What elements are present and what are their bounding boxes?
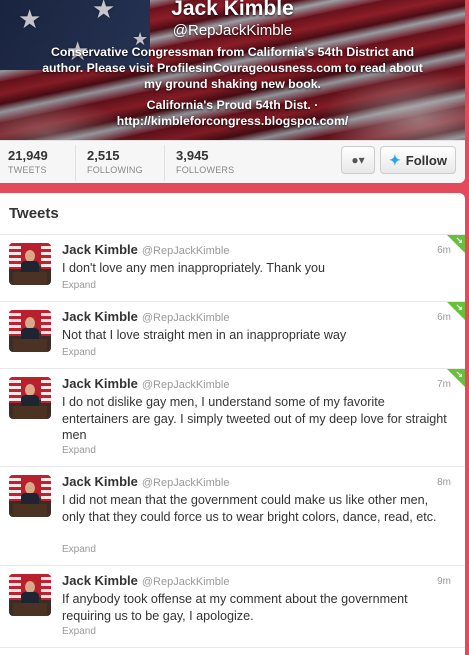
new-tweet-arrow-icon: ↘ [455, 369, 463, 379]
following-label: FOLLOWING [87, 165, 143, 175]
tweet-timestamp[interactable]: 8m [437, 477, 451, 488]
tweet-expand-link[interactable]: Expand [62, 347, 96, 358]
tweet-text: Not that I love straight men in an inapp… [62, 328, 347, 342]
tweet-author-handle: @RepJackKimble [141, 576, 230, 588]
avatar[interactable] [9, 574, 51, 616]
avatar[interactable] [9, 243, 51, 285]
profile-url-link[interactable]: http://kimbleforcongress.blogspot.com/ [0, 113, 465, 129]
tweet-author[interactable]: Jack Kimble @RepJackKimble [62, 573, 229, 588]
tweet-item[interactable]: Jack Kimble @RepJackKimble 7m I do not di… [0, 369, 465, 467]
avatar[interactable] [9, 310, 51, 352]
tweet-author-handle: @RepJackKimble [141, 379, 230, 391]
profile-handle: @RepJackKimble [172, 22, 293, 39]
tweet-author[interactable]: Jack Kimble @RepJackKimble [62, 376, 229, 391]
tweet-timestamp[interactable]: 9m [437, 576, 451, 587]
twitter-bird-icon: ✦ [389, 151, 401, 168]
tweet-text: If anybody took offense at my comment ab… [62, 592, 408, 623]
stream-header: Tweets [0, 193, 465, 235]
stat-divider [75, 145, 76, 181]
new-tweet-arrow-icon: ↘ [455, 235, 463, 245]
tweet-item[interactable]: Jack Kimble @RepJackKimble 8m I did not m… [0, 467, 465, 566]
follow-label: Follow [405, 152, 447, 168]
tweet-author[interactable]: Jack Kimble @RepJackKimble [62, 474, 229, 489]
tweet-expand-link[interactable]: Expand [62, 280, 96, 291]
tweet-expand-link[interactable]: Expand [62, 626, 96, 637]
tweet-author[interactable]: Jack Kimble @RepJackKimble [62, 309, 229, 324]
profile-banner: ★ ★ ★ ★ Jack Kimble @RepJackKimble Conse… [0, 0, 465, 140]
profile-location: California's Proud 54th Dist. · [146, 98, 319, 112]
new-tweet-arrow-icon: ↘ [455, 302, 463, 312]
tweet-author-name: Jack Kimble [62, 573, 138, 588]
stream-title: Tweets [9, 205, 59, 222]
tweet-author-handle: @RepJackKimble [141, 245, 230, 257]
tweets-count: 21,949 [8, 148, 48, 163]
avatar[interactable] [9, 377, 51, 419]
tweet-author-name: Jack Kimble [62, 242, 138, 257]
stat-following[interactable]: 2,515 FOLLOWING [87, 148, 143, 175]
tweet-author-name: Jack Kimble [62, 376, 138, 391]
tweet-expand-link[interactable]: Expand [62, 544, 96, 555]
stat-tweets[interactable]: 21,949 TWEETS [8, 148, 48, 175]
profile-name: Jack Kimble [171, 0, 294, 20]
stat-divider [164, 145, 165, 181]
tweet-expand-link[interactable]: Expand [62, 445, 96, 456]
tweet-item[interactable]: Jack Kimble @RepJackKimble 6m I don't lov… [0, 235, 465, 302]
tweet-text: I do not dislike gay men, I understand s… [62, 395, 447, 442]
tweet-text: I don't love any men inappropriately. Th… [62, 261, 326, 275]
tweet-item[interactable]: Jack Kimble @RepJackKimble 9m If anybody … [0, 566, 465, 648]
followers-count: 3,945 [176, 148, 209, 163]
tweet-author-handle: @RepJackKimble [141, 477, 230, 489]
profile-header-card: ★ ★ ★ ★ Jack Kimble @RepJackKimble Conse… [0, 0, 465, 183]
user-dropdown-icon: ●▾ [351, 153, 365, 167]
user-actions-dropdown-button[interactable]: ●▾ [341, 146, 375, 174]
tweets-label: TWEETS [8, 165, 47, 175]
stat-followers[interactable]: 3,945 FOLLOWERS [176, 148, 234, 175]
tweet-author-name: Jack Kimble [62, 474, 138, 489]
tweets-stream: Tweets Jack Kimble @RepJackKimble 6m I do… [0, 193, 465, 655]
tweet-author[interactable]: Jack Kimble @RepJackKimble [62, 242, 229, 257]
profile-bio: Conservative Congressman from California… [42, 45, 423, 91]
following-count: 2,515 [87, 148, 120, 163]
avatar[interactable] [9, 475, 51, 517]
profile-location-url: California's Proud 54th Dist. · http://k… [0, 97, 465, 129]
followers-label: FOLLOWERS [176, 165, 235, 175]
tweet-item[interactable]: Jack Kimble @RepJackKimble 6m Not that I … [0, 302, 465, 369]
tweet-author-handle: @RepJackKimble [141, 312, 230, 324]
tweet-author-name: Jack Kimble [62, 309, 138, 324]
tweet-text: I did not mean that the government could… [62, 493, 437, 524]
follow-button[interactable]: ✦ Follow [380, 146, 456, 174]
